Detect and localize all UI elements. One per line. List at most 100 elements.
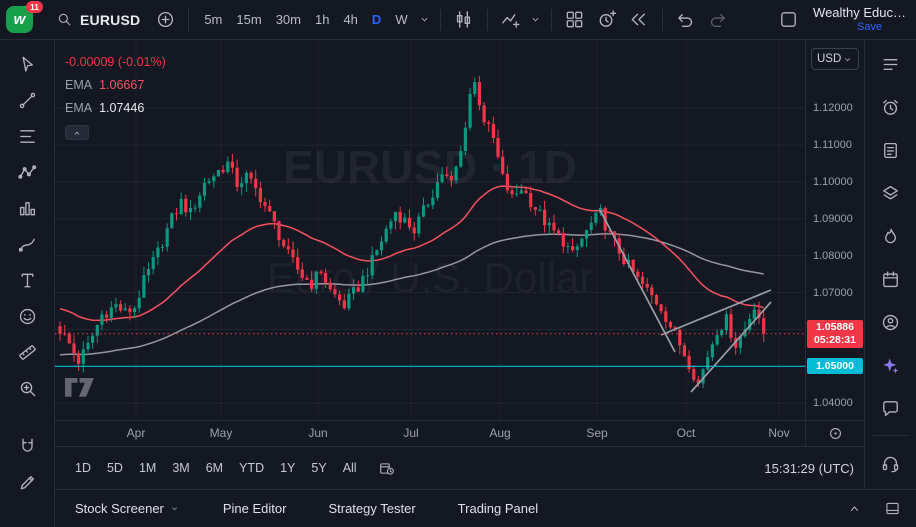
fullscreen-icon[interactable] xyxy=(773,5,803,35)
timeframe-1h[interactable]: 1h xyxy=(308,7,336,32)
legend-collapse-button[interactable] xyxy=(65,125,89,140)
indicators-chevron-icon[interactable] xyxy=(528,8,543,32)
notification-badge: 11 xyxy=(26,1,43,14)
timeframe-5m[interactable]: 5m xyxy=(197,7,229,32)
magnet-icon[interactable] xyxy=(9,430,45,462)
timeframe-4h[interactable]: 4h xyxy=(336,7,364,32)
bar-replay-icon[interactable] xyxy=(624,5,654,35)
clock[interactable]: 15:31:29 (UTC) xyxy=(764,461,854,476)
divider xyxy=(662,9,663,31)
range-5Y[interactable]: 5Y xyxy=(303,456,334,480)
range-1M[interactable]: 1M xyxy=(131,456,164,480)
drawing-price: 1.05000 xyxy=(807,358,863,374)
range-All[interactable]: All xyxy=(335,456,365,480)
chart-area[interactable]: EURUSD · 1D Euro / U.S. Dollar -0.00009 … xyxy=(55,40,805,420)
divider xyxy=(487,9,488,31)
fib-icon[interactable] xyxy=(9,120,45,152)
timeframe-menu-chevron-icon[interactable] xyxy=(417,8,432,32)
search-icon xyxy=(54,10,74,30)
watchlist-icon[interactable] xyxy=(874,48,908,80)
scales-settings-icon[interactable] xyxy=(823,422,847,446)
trend-line-drawing[interactable] xyxy=(600,210,675,352)
layers-icon[interactable] xyxy=(874,177,908,209)
trend-line-icon[interactable] xyxy=(9,84,45,116)
chart-style-icon[interactable] xyxy=(449,5,479,35)
save-button[interactable]: Save xyxy=(857,21,882,34)
last-price: 1.05886 xyxy=(807,321,863,334)
bar-countdown: 05:28:31 xyxy=(807,334,863,347)
ruler-icon[interactable] xyxy=(9,336,45,368)
chat-icon[interactable] xyxy=(874,392,908,424)
indicator-ema-fast[interactable]: EMA 1.06667 xyxy=(65,73,166,96)
emoji-icon[interactable] xyxy=(9,300,45,332)
layout-name: Wealthy Educ… xyxy=(813,5,906,21)
tab-label: Pine Editor xyxy=(223,501,287,516)
ai-icon[interactable] xyxy=(874,349,908,381)
layout-grid-icon[interactable] xyxy=(560,5,590,35)
chart-legend: -0.00009 (-0.01%) EMA 1.06667 EMA 1.0744… xyxy=(65,50,166,140)
bottom-panel-tabs: Stock Screener Pine Editor Strategy Tester… xyxy=(55,489,916,527)
divider xyxy=(188,9,189,31)
timeframe-W[interactable]: W xyxy=(388,7,414,32)
tab-pine-editor[interactable]: Pine Editor xyxy=(223,501,287,516)
compare-add-icon[interactable] xyxy=(150,5,180,35)
currency-dropdown[interactable]: USD xyxy=(811,48,859,70)
indicators-icon[interactable] xyxy=(496,5,526,35)
month-label: Aug xyxy=(483,426,517,440)
alerts-icon[interactable] xyxy=(874,91,908,123)
layout-menu[interactable]: Wealthy Educ… Save xyxy=(813,5,906,34)
ema-slow-line[interactable] xyxy=(60,234,764,355)
tab-label: Strategy Tester xyxy=(328,501,415,516)
range-1D[interactable]: 1D xyxy=(67,456,99,480)
ema-fast-line[interactable] xyxy=(60,186,764,320)
pattern-icon[interactable] xyxy=(9,156,45,188)
indicator-ema-slow[interactable]: EMA 1.07446 xyxy=(65,96,166,119)
edit-icon[interactable] xyxy=(9,466,45,498)
tradingview-logo[interactable] xyxy=(65,378,95,402)
range-1Y[interactable]: 1Y xyxy=(272,456,303,480)
timeframe-30m[interactable]: 30m xyxy=(269,7,308,32)
month-label: Sep xyxy=(580,426,614,440)
hotlist-icon[interactable] xyxy=(874,220,908,252)
price-label: 1.08000 xyxy=(813,249,853,263)
range-5D[interactable]: 5D xyxy=(99,456,131,480)
month-label: Apr xyxy=(119,426,153,440)
notes-icon[interactable] xyxy=(874,134,908,166)
tab-trading-panel[interactable]: Trading Panel xyxy=(458,501,538,516)
range-YTD[interactable]: YTD xyxy=(231,456,272,480)
panel-layout-icon[interactable] xyxy=(880,497,904,521)
tab-stock-screener[interactable]: Stock Screener xyxy=(75,501,181,516)
calendar-icon[interactable] xyxy=(874,263,908,295)
range-3M[interactable]: 3M xyxy=(164,456,197,480)
timeframe-D[interactable]: D xyxy=(365,7,388,32)
timeframe-group: 5m15m30m1h4hDW xyxy=(197,7,414,32)
go-to-date-icon[interactable] xyxy=(375,456,399,480)
range-6M[interactable]: 6M xyxy=(198,456,231,480)
timeframe-15m[interactable]: 15m xyxy=(229,7,268,32)
undo-icon[interactable] xyxy=(671,5,701,35)
symbol-search-button[interactable]: EURUSD xyxy=(46,5,148,35)
time-axis[interactable]: AprMayJunJulAugSepOctNov xyxy=(55,420,805,446)
top-toolbar: w 11 EURUSD 5m15m30m1h4hDW Wealthy Educ…… xyxy=(0,0,916,40)
price-chart[interactable] xyxy=(55,40,805,420)
month-label: Jul xyxy=(394,426,428,440)
alert-icon[interactable] xyxy=(592,5,622,35)
price-label: 1.11000 xyxy=(813,138,852,152)
cursor-icon[interactable] xyxy=(9,48,45,80)
main-menu-button[interactable]: w 11 xyxy=(6,5,42,35)
forecast-icon[interactable] xyxy=(9,192,45,224)
indicator-value: 1.06667 xyxy=(99,78,144,92)
price-axis[interactable]: USD 1.120001.110001.100001.090001.080001… xyxy=(805,40,864,420)
zoom-icon[interactable] xyxy=(9,372,45,404)
price-label: 1.09000 xyxy=(813,212,853,226)
divider xyxy=(440,9,441,31)
text-tool-icon[interactable] xyxy=(9,264,45,296)
support-icon[interactable] xyxy=(874,447,908,479)
redo-icon[interactable] xyxy=(703,5,733,35)
brush-icon[interactable] xyxy=(9,228,45,260)
ideas-icon[interactable] xyxy=(874,306,908,338)
tab-label: Trading Panel xyxy=(458,501,538,516)
expand-panel-icon[interactable] xyxy=(842,497,866,521)
divider xyxy=(551,9,552,31)
tab-strategy-tester[interactable]: Strategy Tester xyxy=(328,501,415,516)
